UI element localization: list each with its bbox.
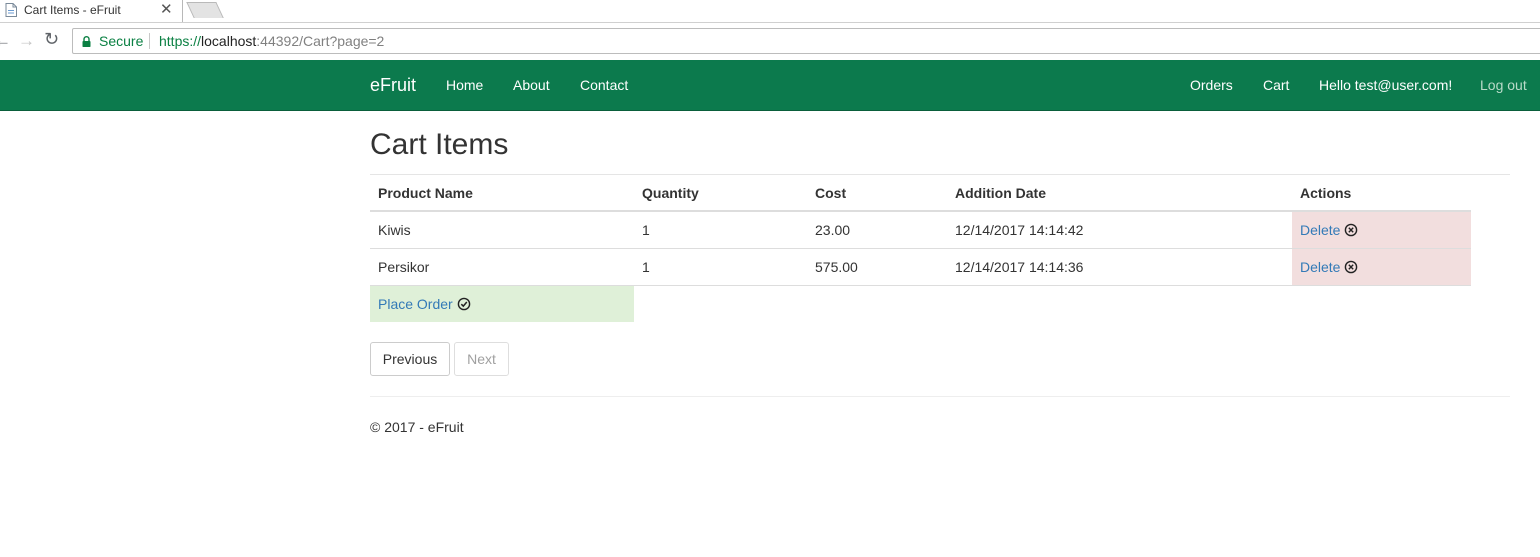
next-button[interactable]: Next (454, 342, 509, 376)
tab-close-icon[interactable]: ✕ (160, 0, 173, 20)
cell-actions: Delete (1292, 210, 1471, 249)
circle-x-icon[interactable] (1344, 260, 1358, 274)
lock-icon (82, 36, 91, 47)
cell-cost: 23.00 (807, 210, 947, 249)
previous-button[interactable]: Previous (370, 342, 450, 376)
url-path: :44392/Cart?page=2 (256, 33, 385, 49)
nav-cart[interactable]: Cart (1263, 77, 1289, 93)
browser-tabstrip: Cart Items - eFruit ✕ (0, 0, 1540, 22)
circle-x-icon[interactable] (1344, 223, 1358, 237)
header-addition-date: Addition Date (947, 175, 1292, 212)
nav-home[interactable]: Home (446, 77, 483, 93)
tab-title: Cart Items - eFruit (24, 3, 121, 17)
circle-check-icon[interactable] (457, 297, 471, 311)
cell-product-name: Kiwis (370, 210, 634, 249)
empty-cell (634, 285, 807, 322)
address-separator (149, 33, 150, 49)
user-greeting-link[interactable]: Hello test@user.com! (1319, 77, 1452, 93)
browser-toolbar: ← → ↻ Secure https://localhost:44392/Car… (0, 22, 1540, 60)
place-order-row: Place Order (370, 285, 1471, 322)
address-bar[interactable]: Secure https://localhost:44392/Cart?page… (72, 28, 1540, 54)
table-row: Kiwis 1 23.00 12/14/2017 14:14:42 Delete (370, 210, 1471, 249)
cell-product-name: Persikor (370, 248, 634, 286)
cell-cost: 575.00 (807, 248, 947, 286)
logout-link[interactable]: Log out (1480, 77, 1527, 93)
page-icon (5, 3, 17, 17)
cart-table: Product Name Quantity Cost Addition Date… (370, 175, 1471, 322)
new-tab-button[interactable] (186, 2, 224, 18)
back-arrow-icon[interactable]: ← (0, 31, 11, 51)
empty-cell (807, 285, 947, 322)
footer-divider (370, 396, 1510, 397)
nav-orders[interactable]: Orders (1190, 77, 1233, 93)
cell-addition-date: 12/14/2017 14:14:42 (947, 210, 1292, 249)
brand-link[interactable]: eFruit (370, 75, 416, 96)
site-navbar: eFruit Home About Contact Orders Cart He… (0, 60, 1540, 111)
table-row: Persikor 1 575.00 12/14/2017 14:14:36 De… (370, 248, 1471, 286)
empty-cell (947, 285, 1292, 322)
empty-cell (1292, 285, 1471, 322)
cell-quantity: 1 (634, 210, 807, 249)
table-header-row: Product Name Quantity Cost Addition Date… (370, 175, 1471, 212)
cell-addition-date: 12/14/2017 14:14:36 (947, 248, 1292, 286)
nav-about[interactable]: About (513, 77, 550, 93)
page-title: Cart Items (370, 128, 509, 161)
place-order-cell: Place Order (370, 285, 634, 322)
url-protocol: https:// (159, 33, 202, 49)
security-label: Secure (99, 33, 144, 49)
forward-arrow-icon[interactable]: → (18, 31, 35, 51)
delete-link[interactable]: Delete (1300, 259, 1340, 275)
url-text[interactable]: https://localhost:44392/Cart?page=2 (159, 33, 384, 49)
browser-tab[interactable]: Cart Items - eFruit ✕ (0, 0, 183, 22)
place-order-link[interactable]: Place Order (378, 296, 453, 312)
url-host: localhost (201, 33, 257, 49)
header-cost: Cost (807, 175, 947, 212)
header-quantity: Quantity (634, 175, 807, 212)
cell-actions: Delete (1292, 248, 1471, 286)
header-product-name: Product Name (370, 175, 634, 212)
delete-link[interactable]: Delete (1300, 222, 1340, 238)
reload-icon[interactable]: ↻ (44, 29, 59, 50)
nav-contact[interactable]: Contact (580, 77, 628, 93)
header-actions: Actions (1292, 175, 1471, 212)
cell-quantity: 1 (634, 248, 807, 286)
footer-copyright: © 2017 - eFruit (370, 419, 464, 435)
